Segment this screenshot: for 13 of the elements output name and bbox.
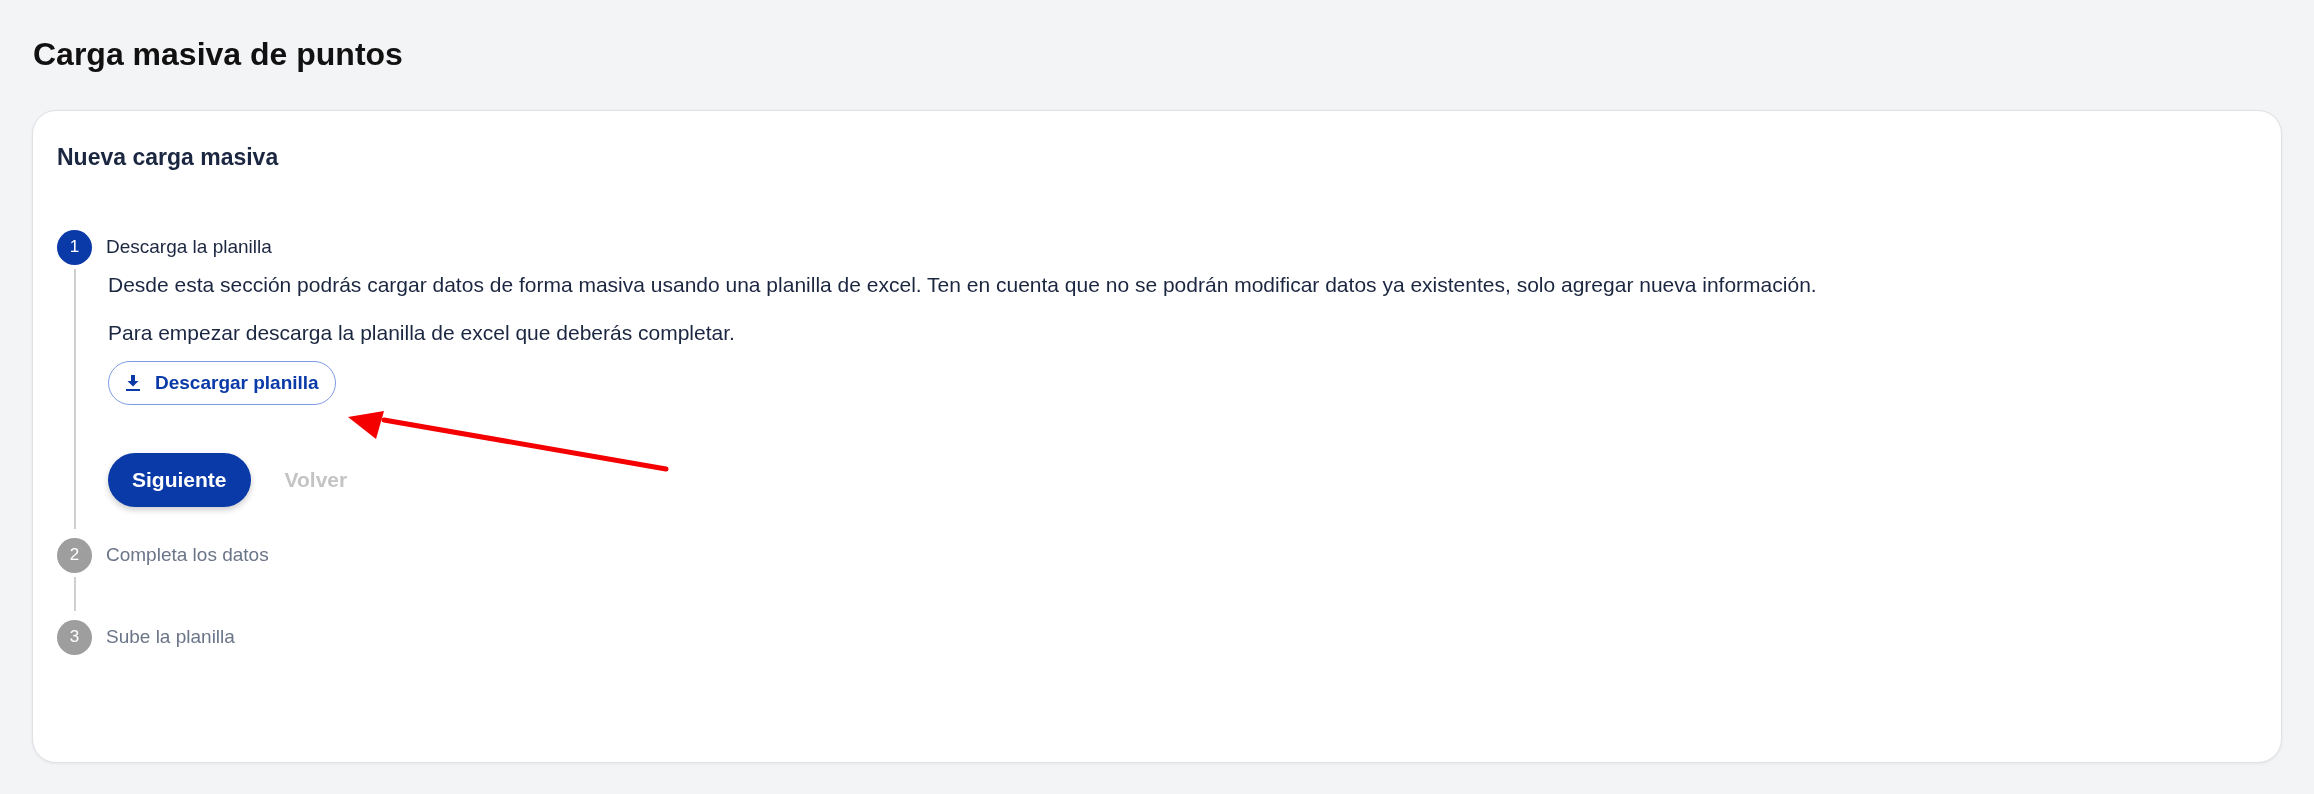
next-button[interactable]: Siguiente [108,453,251,507]
step-label: Descarga la planilla [106,236,272,258]
step-description: Para empezar descarga la planilla de excel que deberás completar. [108,320,736,346]
step-label: Completa los datos [106,544,269,566]
step-description: Desde esta sección podrás cargar datos de forma masiva usando una planilla de excel. Ten en cuenta que no se podrán modificar datos ya existentes, solo agregar nueva información. [108,272,1818,298]
page-title: Carga masiva de puntos [33,35,404,74]
download-button[interactable]: Descargar planilla [108,361,336,405]
step-number: 3 [57,619,92,655]
step-number: 2 [57,537,92,573]
step-number: 1 [57,229,92,265]
card-title: Nueva carga masiva [57,143,280,172]
step-label: Sube la planilla [106,626,235,648]
download-icon [125,374,141,392]
